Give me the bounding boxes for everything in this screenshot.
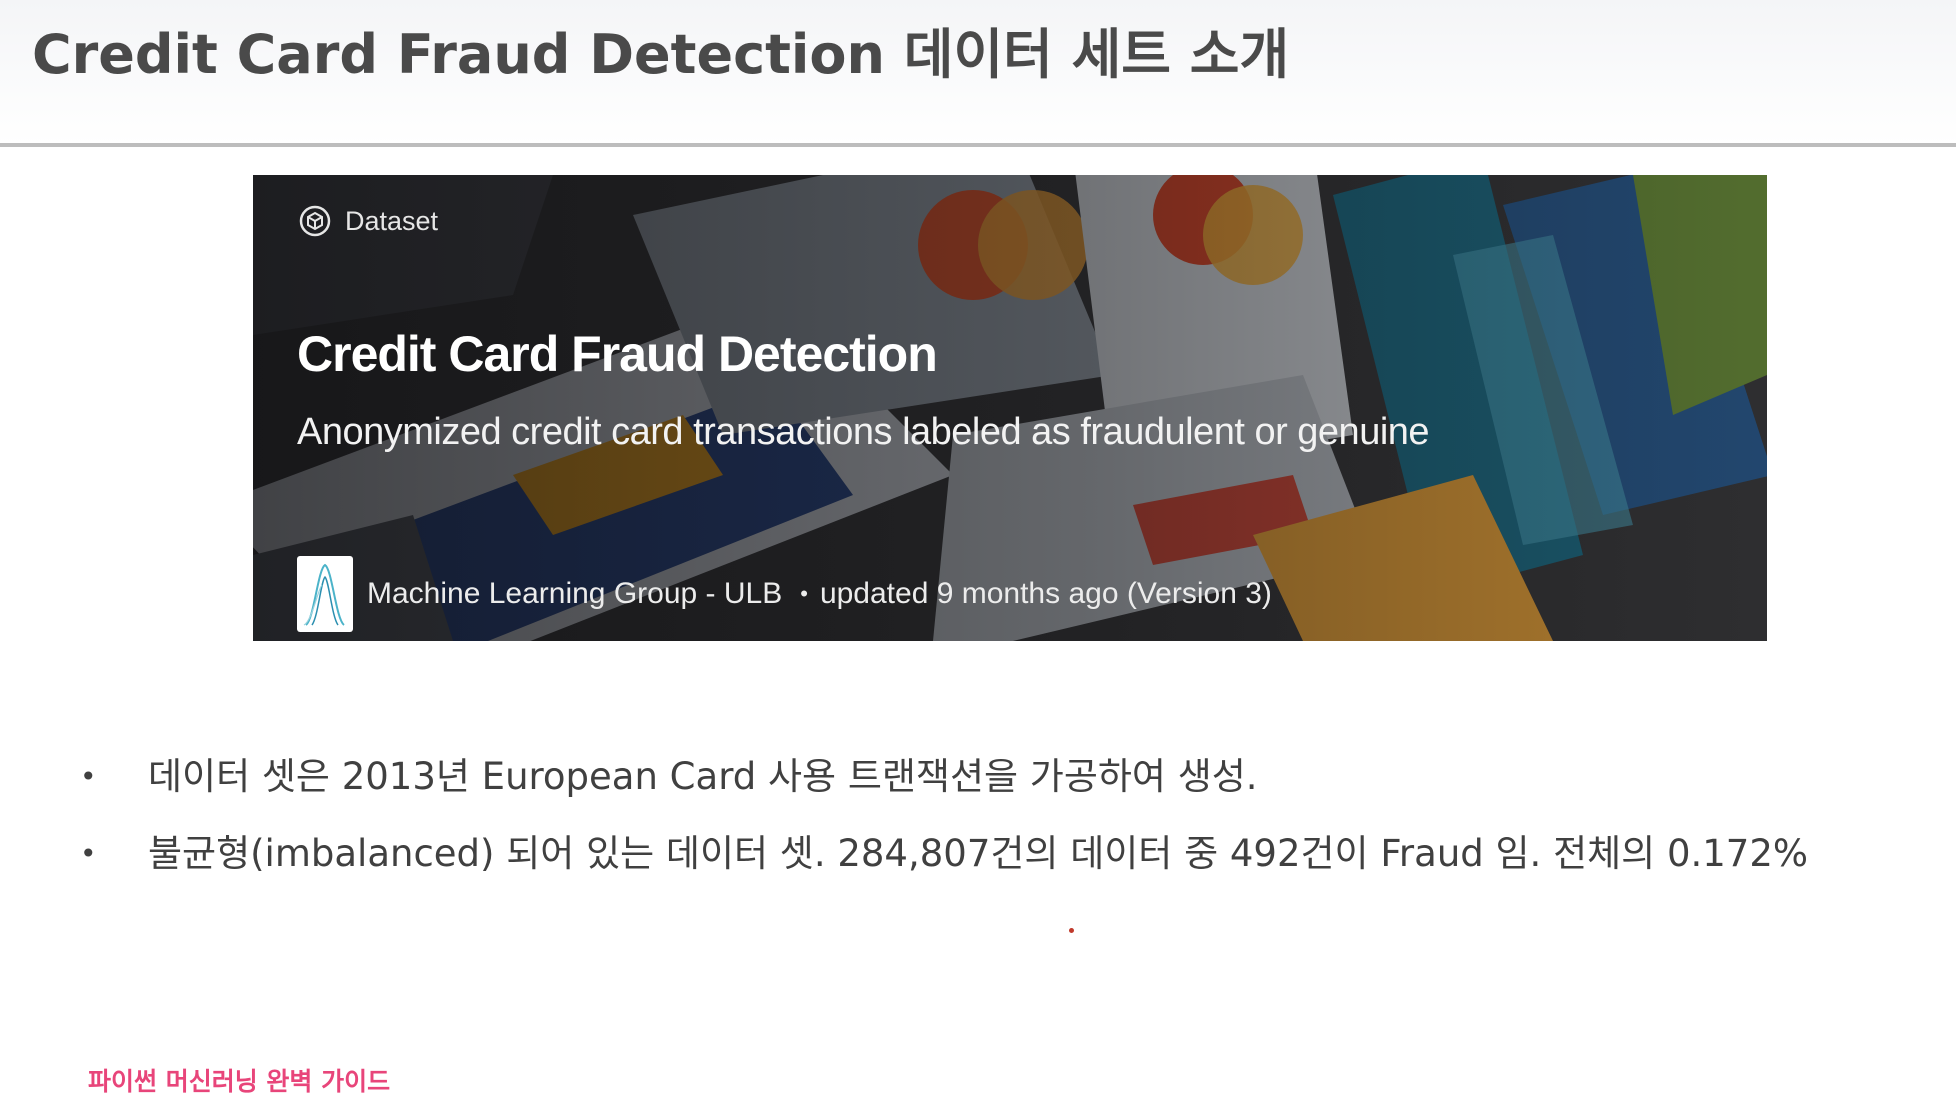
stray-dot: [1069, 928, 1074, 933]
dataset-tag-label: Dataset: [345, 205, 439, 236]
organization-link[interactable]: Machine Learning Group - ULB: [367, 577, 782, 611]
ulb-logo-graphic: [303, 563, 345, 626]
meta-separator: •: [800, 581, 808, 606]
ulb-logo-icon[interactable]: [297, 556, 353, 632]
footer-label: 파이썬 머신러닝 완벽 가이드: [88, 1067, 391, 1096]
list-item: • 불균형(imbalanced) 되어 있는 데이터 셋. 284,807건의…: [80, 815, 1920, 892]
bullet-list: • 데이터 셋은 2013년 European Card 사용 트랜잭션을 가공…: [80, 738, 1920, 892]
bullet-marker: •: [80, 837, 97, 870]
bullet-marker: •: [80, 760, 97, 793]
dataset-icon: [299, 205, 331, 237]
dataset-banner[interactable]: Dataset Credit Card Fraud Detection Anon…: [253, 175, 1767, 641]
bullet-text: 데이터 셋은 2013년 European Card 사용 트랜잭션을 가공하여…: [148, 755, 1258, 798]
updated-info: updated 9 months ago (Version 3): [819, 577, 1272, 610]
slide-title: Credit Card Fraud Detection 데이터 세트 소개: [32, 23, 1290, 86]
dataset-subtitle: Anonymized credit card transactions labe…: [297, 411, 1430, 453]
title-divider: [0, 143, 1956, 147]
dataset-tag: Dataset: [299, 205, 438, 237]
dataset-meta: Machine Learning Group - ULB • updated 9…: [297, 556, 1272, 632]
dataset-title[interactable]: Credit Card Fraud Detection: [297, 325, 938, 383]
list-item: • 데이터 셋은 2013년 European Card 사용 트랜잭션을 가공…: [80, 738, 1920, 815]
bullet-text: 불균형(imbalanced) 되어 있는 데이터 셋. 284,807건의 데…: [148, 832, 1809, 875]
